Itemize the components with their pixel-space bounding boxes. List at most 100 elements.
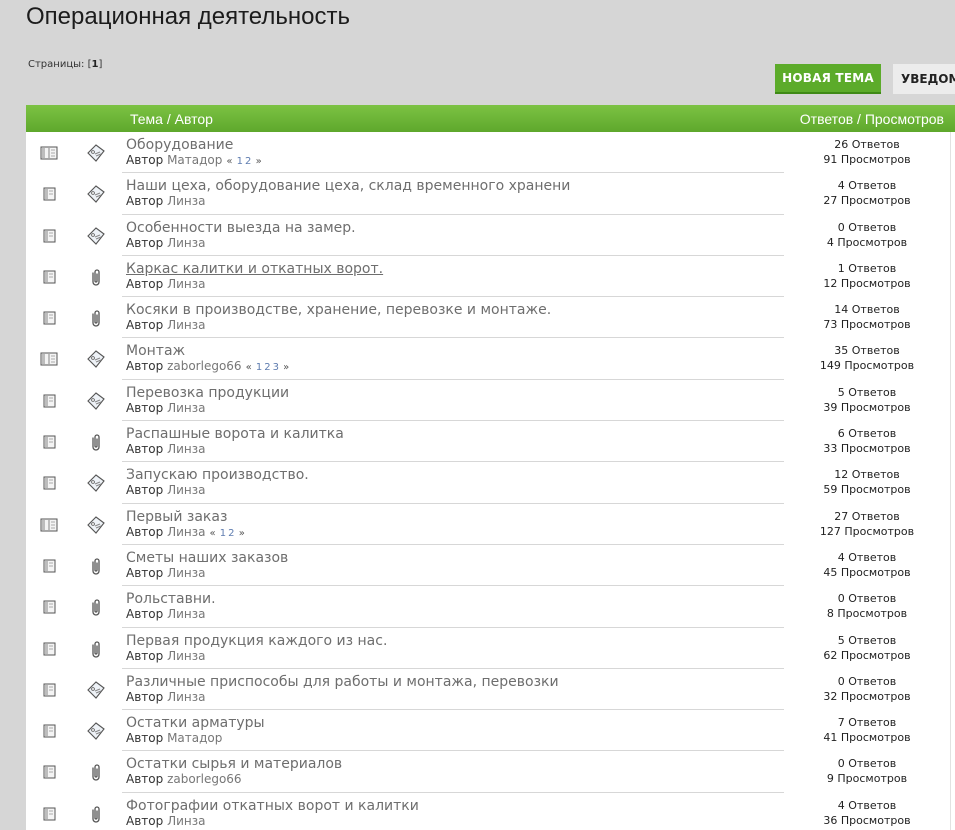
topic-title-link[interactable]: Сметы наших заказов (126, 550, 288, 566)
author-name-link[interactable]: Линза (167, 814, 205, 828)
table-row: Фотографии откатных ворот и калитки Автор… (26, 792, 955, 830)
author-name-link[interactable]: Линза (167, 690, 205, 704)
topic-title-link[interactable]: Остатки арматуры (126, 715, 265, 731)
author-name-link[interactable]: Линза (167, 442, 205, 456)
topic-title-link[interactable]: Каркас калитки и откатных ворот. (126, 261, 383, 277)
topic-title-link[interactable]: Рольставни. (126, 591, 216, 607)
replies-count: 7 Ответов (837, 716, 897, 730)
author-prefix: Автор (126, 731, 164, 746)
topic-author-line: Автор Линза (126, 607, 205, 621)
column-divider (950, 338, 951, 380)
replies-count: 0 Ответов (837, 220, 897, 234)
notify-button[interactable]: УВЕДОМЛ (893, 64, 955, 94)
views-count: 12 Просмотров (823, 276, 911, 290)
topic-title-link[interactable]: Оборудование (126, 137, 233, 153)
topic-stats: 4 Ответов 27 Просмотров (784, 178, 950, 208)
header-replies-views[interactable]: Ответов / Просмотров (800, 111, 944, 127)
views-count: 39 Просмотров (823, 400, 911, 414)
author-name-link[interactable]: Линза (167, 525, 205, 539)
topic-title-link[interactable]: Остатки сырья и материалов (126, 756, 342, 772)
topic-icon (40, 228, 58, 243)
topic-page-link[interactable]: 1 (237, 156, 243, 167)
topic-stats: 0 Ответов 32 Просмотров (784, 674, 950, 704)
topic-page-link[interactable]: 2 (228, 528, 234, 539)
replies-count: 5 Ответов (837, 385, 897, 399)
author-prefix: Автор (126, 689, 164, 704)
author-name-link[interactable]: Линза (167, 277, 205, 291)
author-name-link[interactable]: Линза (167, 607, 205, 621)
author-name-link[interactable]: Линза (167, 236, 205, 250)
views-count: 127 Просмотров (819, 524, 915, 538)
author-name-link[interactable]: zaborlego66 (167, 359, 242, 373)
topic-author-line: Автор Линза (126, 566, 205, 580)
topic-icon (40, 764, 58, 779)
topic-title-link[interactable]: Особенности выезда на замер. (126, 220, 356, 236)
topic-pages: « 123 » (245, 362, 290, 374)
topic-title-link[interactable]: Монтаж (126, 343, 185, 359)
new-topic-button[interactable]: НОВАЯ ТЕМА (775, 64, 881, 94)
sticky-tag-icon (86, 680, 106, 700)
author-prefix: Автор (126, 153, 164, 167)
column-divider (950, 297, 951, 339)
pagination: Страницы: [1] (28, 59, 103, 70)
topic-author-line: Автор Матадор (126, 731, 222, 745)
author-name-link[interactable]: zaborlego66 (167, 772, 242, 786)
header-topic-author[interactable]: Тема / Автор (130, 111, 213, 127)
author-name-link[interactable]: Линза (167, 194, 205, 208)
topic-icon (40, 186, 58, 201)
topic-title-link[interactable]: Косяки в производстве, хранение, перевоз… (126, 302, 551, 318)
paperclip-icon (86, 432, 106, 452)
table-row: Рольставни. Автор Линза 0 Ответов 8 Просмот… (26, 586, 955, 628)
column-divider (950, 792, 951, 830)
views-count: 45 Просмотров (823, 565, 911, 579)
topic-author-line: Автор zaborlego66 (126, 772, 242, 786)
paperclip-icon (86, 308, 106, 328)
topic-stats: 12 Ответов 59 Просмотров (784, 467, 950, 497)
author-name-link[interactable]: Матадор (167, 731, 222, 745)
author-name-link[interactable]: Линза (167, 318, 205, 332)
author-prefix: Автор (126, 318, 164, 333)
topic-page-link[interactable]: 1 (220, 528, 226, 539)
topic-icon (40, 599, 58, 614)
column-divider (950, 255, 951, 298)
author-name-link[interactable]: Матадор (167, 153, 222, 167)
topic-page-link[interactable]: 2 (245, 156, 251, 167)
topic-icon (40, 723, 58, 738)
author-name-link[interactable]: Линза (167, 483, 205, 497)
topic-author-line: Автор Линза (126, 277, 205, 291)
topic-icon (40, 393, 58, 408)
current-page[interactable]: 1 (92, 59, 99, 70)
replies-count: 27 Ответов (834, 509, 900, 523)
author-prefix: Автор (126, 565, 164, 580)
table-row: Запускаю производство. Автор Линза 12 Отве… (26, 462, 955, 504)
column-divider (950, 173, 951, 215)
topic-page-link[interactable]: 3 (273, 362, 279, 373)
topic-title-link[interactable]: Перевозка продукции (126, 385, 289, 401)
table-row: Каркас калитки и откатных ворот. Автор Ли… (26, 255, 955, 298)
topic-author-line: Автор Линза (126, 483, 205, 497)
author-prefix: Автор (126, 813, 164, 828)
column-divider (950, 214, 951, 256)
topic-author-line: Автор Линза (126, 442, 205, 456)
topic-stats: 35 Ответов 149 Просмотров (784, 343, 950, 373)
topic-title-link[interactable]: Запускаю производство. (126, 467, 309, 483)
topic-title-link[interactable]: Фотографии откатных ворот и калитки (126, 798, 419, 814)
column-divider (950, 421, 951, 463)
author-name-link[interactable]: Линза (167, 649, 205, 663)
topic-author-line: Автор zaborlego66 « 123 » (126, 359, 289, 373)
author-name-link[interactable]: Линза (167, 401, 205, 415)
author-name-link[interactable]: Линза (167, 566, 205, 580)
views-count: 149 Просмотров (819, 359, 915, 373)
topic-page-link[interactable]: 2 (264, 362, 270, 373)
column-divider (950, 751, 951, 793)
topic-title-link[interactable]: Различные приспособы для работы и монтаж… (126, 674, 559, 690)
topic-title-link[interactable]: Распашные ворота и калитка (126, 426, 344, 442)
topic-title-link[interactable]: Первый заказ (126, 509, 227, 525)
topic-title-link[interactable]: Первая продукция каждого из нас. (126, 633, 387, 649)
sticky-tag-icon (86, 143, 106, 163)
replies-count: 4 Ответов (837, 179, 897, 193)
topic-page-link[interactable]: 1 (256, 362, 262, 373)
topic-title-link[interactable]: Наши цеха, оборудование цеха, склад врем… (126, 178, 570, 194)
table-row: Перевозка продукции Автор Линза 5 Ответов 3… (26, 379, 955, 422)
column-divider (950, 586, 951, 628)
